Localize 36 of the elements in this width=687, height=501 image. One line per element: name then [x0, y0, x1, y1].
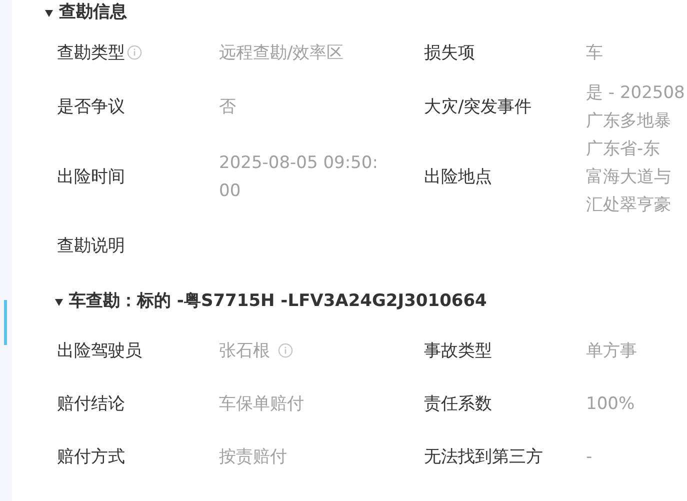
- field-value: 张石根: [219, 340, 270, 362]
- section-header[interactable]: 查勘信息: [12, 0, 687, 26]
- field-label: 出险时间: [57, 166, 125, 189]
- section-title: 查勘信息: [59, 1, 127, 24]
- field-label: 责任系数: [424, 392, 492, 416]
- field-label: 大灾/突发事件: [424, 96, 532, 119]
- field-value: 单方事: [586, 340, 638, 362]
- field-label: 出险驾驶员: [57, 340, 142, 362]
- field-value: 车保单赔付: [219, 392, 305, 416]
- field-label: 查勘说明: [57, 234, 125, 258]
- field-label: 无法找到第三方: [424, 446, 543, 468]
- field-value: -: [586, 446, 594, 468]
- info-icon[interactable]: [278, 343, 293, 358]
- field-label: 是否争议: [57, 96, 125, 119]
- field-label: 赔付方式: [57, 446, 125, 468]
- field-value: 按责赔付: [219, 446, 288, 468]
- field-value: 远程查勘/效率区: [219, 42, 345, 64]
- field-label: 事故类型: [424, 340, 492, 362]
- field-value: 否: [219, 96, 237, 119]
- field-value: 广东省-东: [586, 138, 662, 161]
- field-value: 100%: [586, 392, 636, 416]
- field-value: 车: [586, 42, 604, 64]
- section-title: 车查勘：标的 -粤S7715H -LFV3A24G2J3010664: [69, 290, 487, 314]
- field-label: 赔付结论: [57, 392, 125, 416]
- field-label: 查勘类型: [57, 42, 125, 64]
- field-value: 富海大道与: [586, 166, 672, 189]
- field-value: 是 - 202508: [586, 82, 686, 105]
- field-label: 出险地点: [424, 166, 492, 189]
- info-icon[interactable]: [127, 45, 142, 60]
- field-value: 广东多地暴: [586, 110, 672, 133]
- field-value: 汇处翠亨豪: [586, 194, 672, 217]
- field-value: 2025-08-05 09:50:: [219, 152, 379, 175]
- field-value: 00: [219, 180, 242, 203]
- section-header[interactable]: 车查勘：标的 -粤S7715H -LFV3A24G2J3010664: [12, 280, 687, 324]
- field-label: 损失项: [424, 42, 475, 64]
- active-indicator: [4, 300, 7, 345]
